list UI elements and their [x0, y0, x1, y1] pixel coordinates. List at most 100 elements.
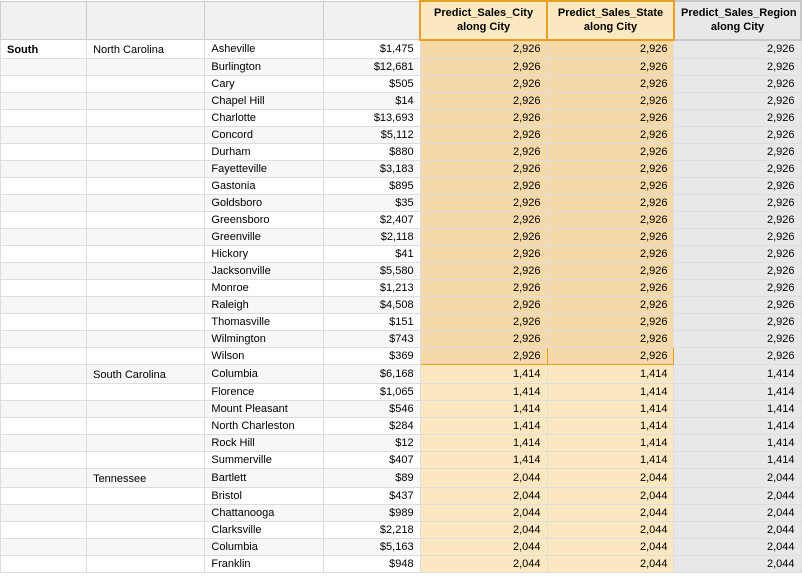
pred-region-cell: 2,044	[674, 469, 801, 488]
table-row: Monroe$1,2132,9262,9262,926	[1, 280, 802, 297]
region-cell	[1, 505, 87, 522]
pred-state-cell: 2,044	[547, 505, 674, 522]
sales-cell: $895	[323, 178, 420, 195]
pred-state-cell: 2,926	[547, 178, 674, 195]
region-cell	[1, 195, 87, 212]
region-cell	[1, 522, 87, 539]
city-cell: Bristol	[205, 488, 323, 505]
pred-city-cell: 2,926	[420, 76, 547, 93]
pred-city-cell: 1,414	[420, 418, 547, 435]
region-cell	[1, 435, 87, 452]
pred-region-cell: 2,926	[674, 40, 801, 59]
region-cell	[1, 365, 87, 384]
pred-region-cell: 2,926	[674, 348, 801, 365]
sales-cell: $6,168	[323, 365, 420, 384]
pred-region-cell: 2,926	[674, 110, 801, 127]
state-cell	[87, 178, 205, 195]
pred-region-cell: 2,044	[674, 539, 801, 556]
region-cell	[1, 280, 87, 297]
table-row: Rock Hill$121,4141,4141,414	[1, 435, 802, 452]
state-cell: South Carolina	[87, 365, 205, 384]
pred-region-cell: 1,414	[674, 401, 801, 418]
region-cell	[1, 127, 87, 144]
pred-city-cell: 1,414	[420, 401, 547, 418]
sales-cell: $880	[323, 144, 420, 161]
city-cell: Columbia	[205, 539, 323, 556]
table-row: Jacksonville$5,5802,9262,9262,926	[1, 263, 802, 280]
sales-cell: $505	[323, 76, 420, 93]
table-row: Fayetteville$3,1832,9262,9262,926	[1, 161, 802, 178]
header-state	[87, 1, 205, 40]
header-pred-region: Predict_Sales_Regionalong City	[674, 1, 801, 40]
state-cell	[87, 348, 205, 365]
city-cell: Mount Pleasant	[205, 401, 323, 418]
table-row: TennesseeBartlett$892,0442,0442,044	[1, 469, 802, 488]
region-cell	[1, 144, 87, 161]
pred-city-cell: 1,414	[420, 435, 547, 452]
sales-cell: $546	[323, 401, 420, 418]
table-row: South CarolinaColumbia$6,1681,4141,4141,…	[1, 365, 802, 384]
pred-state-cell: 1,414	[547, 452, 674, 469]
state-cell	[87, 331, 205, 348]
region-cell	[1, 314, 87, 331]
pred-city-cell: 2,926	[420, 229, 547, 246]
region-cell	[1, 263, 87, 280]
pred-state-cell: 2,044	[547, 522, 674, 539]
pred-state-cell: 2,926	[547, 93, 674, 110]
pred-region-cell: 2,926	[674, 161, 801, 178]
pred-city-cell: 2,926	[420, 314, 547, 331]
sales-cell: $284	[323, 418, 420, 435]
city-cell: Goldsboro	[205, 195, 323, 212]
pred-state-cell: 2,044	[547, 488, 674, 505]
region-cell	[1, 59, 87, 76]
state-cell	[87, 539, 205, 556]
pred-state-cell: 2,044	[547, 556, 674, 573]
sales-cell: $5,112	[323, 127, 420, 144]
state-cell	[87, 556, 205, 573]
pred-city-cell: 2,926	[420, 59, 547, 76]
pred-state-cell: 1,414	[547, 435, 674, 452]
pred-city-cell: 2,926	[420, 348, 547, 365]
data-table: Predict_Sales_Cityalong City Predict_Sal…	[0, 0, 802, 573]
pred-city-cell: 2,926	[420, 331, 547, 348]
state-cell	[87, 76, 205, 93]
pred-region-cell: 1,414	[674, 384, 801, 401]
pred-region-cell: 2,044	[674, 522, 801, 539]
pred-city-cell: 2,926	[420, 246, 547, 263]
table-row: Concord$5,1122,9262,9262,926	[1, 127, 802, 144]
pred-city-cell: 2,044	[420, 488, 547, 505]
pred-region-cell: 2,926	[674, 314, 801, 331]
table-row: Greenville$2,1182,9262,9262,926	[1, 229, 802, 246]
city-cell: Asheville	[205, 40, 323, 59]
table-row: North Charleston$2841,4141,4141,414	[1, 418, 802, 435]
city-cell: Greensboro	[205, 212, 323, 229]
table-row: Columbia$5,1632,0442,0442,044	[1, 539, 802, 556]
state-cell	[87, 522, 205, 539]
pred-city-cell: 2,926	[420, 280, 547, 297]
sales-cell: $369	[323, 348, 420, 365]
pred-city-cell: 2,044	[420, 539, 547, 556]
pred-city-cell: 2,926	[420, 127, 547, 144]
pred-state-cell: 2,926	[547, 40, 674, 59]
pred-region-cell: 2,044	[674, 556, 801, 573]
city-cell: Summerville	[205, 452, 323, 469]
state-cell	[87, 127, 205, 144]
header-pred-state: Predict_Sales_Statealong City	[547, 1, 674, 40]
sales-cell: $1,213	[323, 280, 420, 297]
city-cell: Jacksonville	[205, 263, 323, 280]
sales-cell: $1,065	[323, 384, 420, 401]
table-row: Hickory$412,9262,9262,926	[1, 246, 802, 263]
region-cell	[1, 161, 87, 178]
city-cell: Chapel Hill	[205, 93, 323, 110]
city-cell: Gastonia	[205, 178, 323, 195]
state-cell	[87, 195, 205, 212]
pred-city-cell: 2,926	[420, 110, 547, 127]
pred-state-cell: 1,414	[547, 418, 674, 435]
table-row: Wilmington$7432,9262,9262,926	[1, 331, 802, 348]
city-cell: Rock Hill	[205, 435, 323, 452]
table-row: Florence$1,0651,4141,4141,414	[1, 384, 802, 401]
sales-cell: $41	[323, 246, 420, 263]
state-cell	[87, 418, 205, 435]
state-cell	[87, 505, 205, 522]
pred-state-cell: 2,926	[547, 76, 674, 93]
